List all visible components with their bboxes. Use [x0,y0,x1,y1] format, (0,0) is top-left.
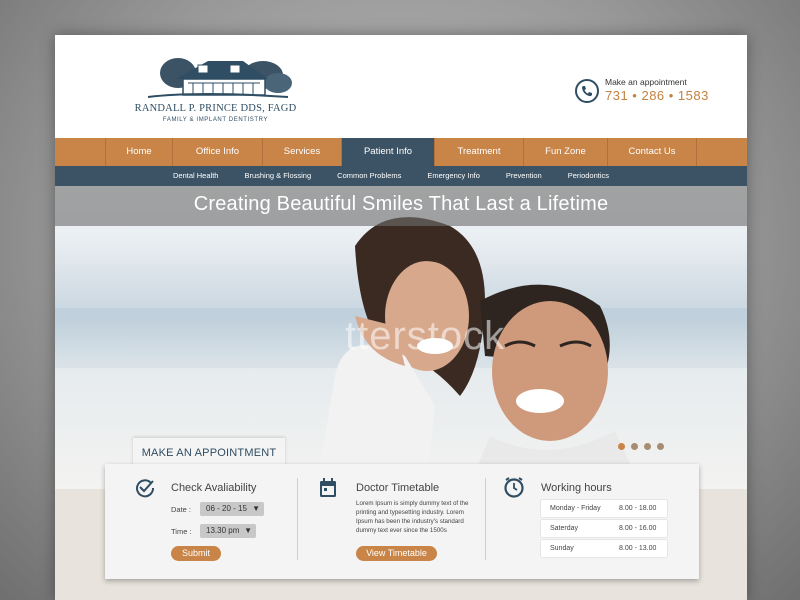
practice-name: RANDALL P. PRINCE DDS, FAGD [134,103,297,114]
hours-time: 8.00 - 18.00 [619,505,657,512]
chevron-down-icon: ▼ [244,526,252,535]
website-page: RANDALL P. PRINCE DDS, FAGD FAMILY & IMP… [55,35,747,600]
check-availability-title: Check Avaliability [171,482,257,494]
slider-dot[interactable] [657,443,664,450]
nav-treatment[interactable]: Treatment [434,138,523,166]
time-value: 13.30 pm [206,526,240,535]
nav-home[interactable]: Home [105,138,172,166]
slider-dots [618,443,664,450]
time-select[interactable]: 13.30 pm ▼ [200,524,256,538]
hours-row: Saterday 8.00 - 16.00 [541,520,667,537]
timetable-description: Lorem Ipsum is simply dummy text of the … [356,500,469,534]
watermark: tterstock [345,314,506,358]
appointment-panel: Check Avaliability Date : 06 - 20 - 15 ▼… [105,464,699,579]
sub-nav: Dental Health Brushing & Flossing Common… [55,166,747,186]
nav-fun-zone[interactable]: Fun Zone [523,138,607,166]
time-label: Time : [171,527,192,536]
date-value: 06 - 20 - 15 [206,504,247,513]
appointment-label: Make an appointment [605,77,687,87]
hours-day: Monday - Friday [550,505,601,512]
subnav-common-problems[interactable]: Common Problems [337,166,401,186]
nav-contact-us[interactable]: Contact Us [607,138,697,166]
main-nav: Home Office Info Services Patient Info T… [55,138,747,166]
hours-row: Monday - Friday 8.00 - 18.00 [541,500,667,517]
phone-number[interactable]: 731 • 286 • 1583 [605,88,709,103]
subnav-dental-health[interactable]: Dental Health [173,166,218,186]
subnav-brushing-flossing[interactable]: Brushing & Flossing [244,166,311,186]
hours-row: Sunday 8.00 - 13.00 [541,540,667,557]
hours-day: Saterday [550,525,579,532]
submit-button[interactable]: Submit [171,546,221,561]
view-timetable-button[interactable]: View Timetable [356,546,437,561]
hours-day: Sunday [550,545,574,552]
house-logo-icon [147,58,292,98]
date-select[interactable]: 06 - 20 - 15 ▼ [200,502,264,516]
calendar-icon [320,478,336,497]
subnav-emergency-info[interactable]: Emergency Info [427,166,480,186]
nav-services[interactable]: Services [262,138,341,166]
chevron-down-icon: ▼ [252,504,260,513]
logo[interactable]: RANDALL P. PRINCE DDS, FAGD FAMILY & IMP… [133,53,303,123]
date-label: Date : [171,505,192,514]
slider-dot[interactable] [631,443,638,450]
hours-time: 8.00 - 16.00 [619,525,657,532]
nav-office-info[interactable]: Office Info [172,138,262,166]
slider-dot[interactable] [618,443,625,450]
subnav-prevention[interactable]: Prevention [506,166,542,186]
check-circle-icon [136,479,155,498]
clock-icon [504,477,524,498]
hero-title: Creating Beautiful Smiles That Last a Li… [193,193,609,215]
column-divider [297,478,298,560]
practice-subtitle: FAMILY & IMPLANT DENTISTRY [162,117,269,123]
slider-dot[interactable] [644,443,651,450]
doctor-timetable-title: Doctor Timetable [356,482,440,494]
column-divider [485,478,486,560]
nav-patient-info[interactable]: Patient Info [341,138,434,166]
subnav-periodontics[interactable]: Periodontics [568,166,609,186]
hours-time: 8.00 - 13.00 [619,545,657,552]
appointment-phone-block[interactable]: Make an appointment 731 • 286 • 1583 [575,75,715,107]
appointment-tab[interactable]: MAKE AN APPOINTMENT [133,438,285,466]
phone-icon [575,79,599,103]
working-hours-title: Working hours [541,482,612,494]
